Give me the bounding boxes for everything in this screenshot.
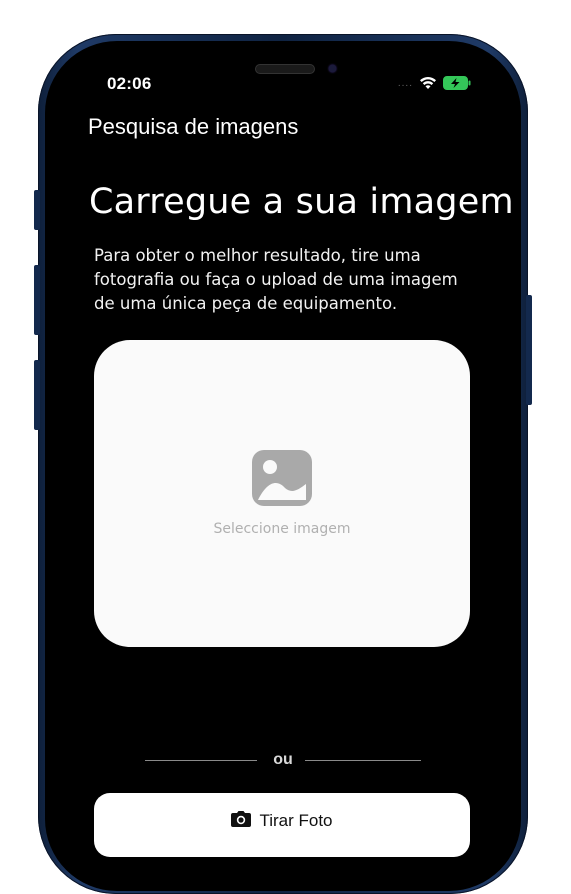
battery-charging-icon	[443, 76, 471, 90]
picker-label: Seleccione imagem	[213, 521, 351, 537]
image-picker[interactable]: Seleccione imagem	[94, 340, 470, 647]
speaker-grille	[255, 64, 315, 74]
side-button	[34, 190, 40, 230]
side-button	[526, 295, 532, 405]
or-divider: ou	[145, 750, 421, 770]
page-heading: Carregue a sua imagem	[89, 182, 511, 222]
side-button	[34, 265, 40, 335]
screen: 02:06 .... Pesquisa de imagens Carregue …	[55, 50, 511, 890]
divider-line	[305, 760, 421, 761]
wifi-icon	[419, 76, 437, 90]
take-photo-button[interactable]: Tirar Foto	[94, 793, 470, 857]
image-icon	[252, 450, 312, 506]
take-photo-label: Tirar Foto	[259, 811, 333, 830]
instructions-text: Para obter o melhor resultado, tire uma …	[94, 246, 458, 313]
camera-icon	[231, 810, 252, 832]
signal-indicator: ....	[397, 77, 413, 89]
side-button	[34, 360, 40, 430]
status-icons: ....	[398, 76, 471, 90]
status-time: 02:06	[107, 74, 152, 93]
front-camera	[329, 65, 336, 72]
nav-title: Pesquisa de imagens	[88, 114, 299, 139]
notch	[167, 50, 399, 92]
